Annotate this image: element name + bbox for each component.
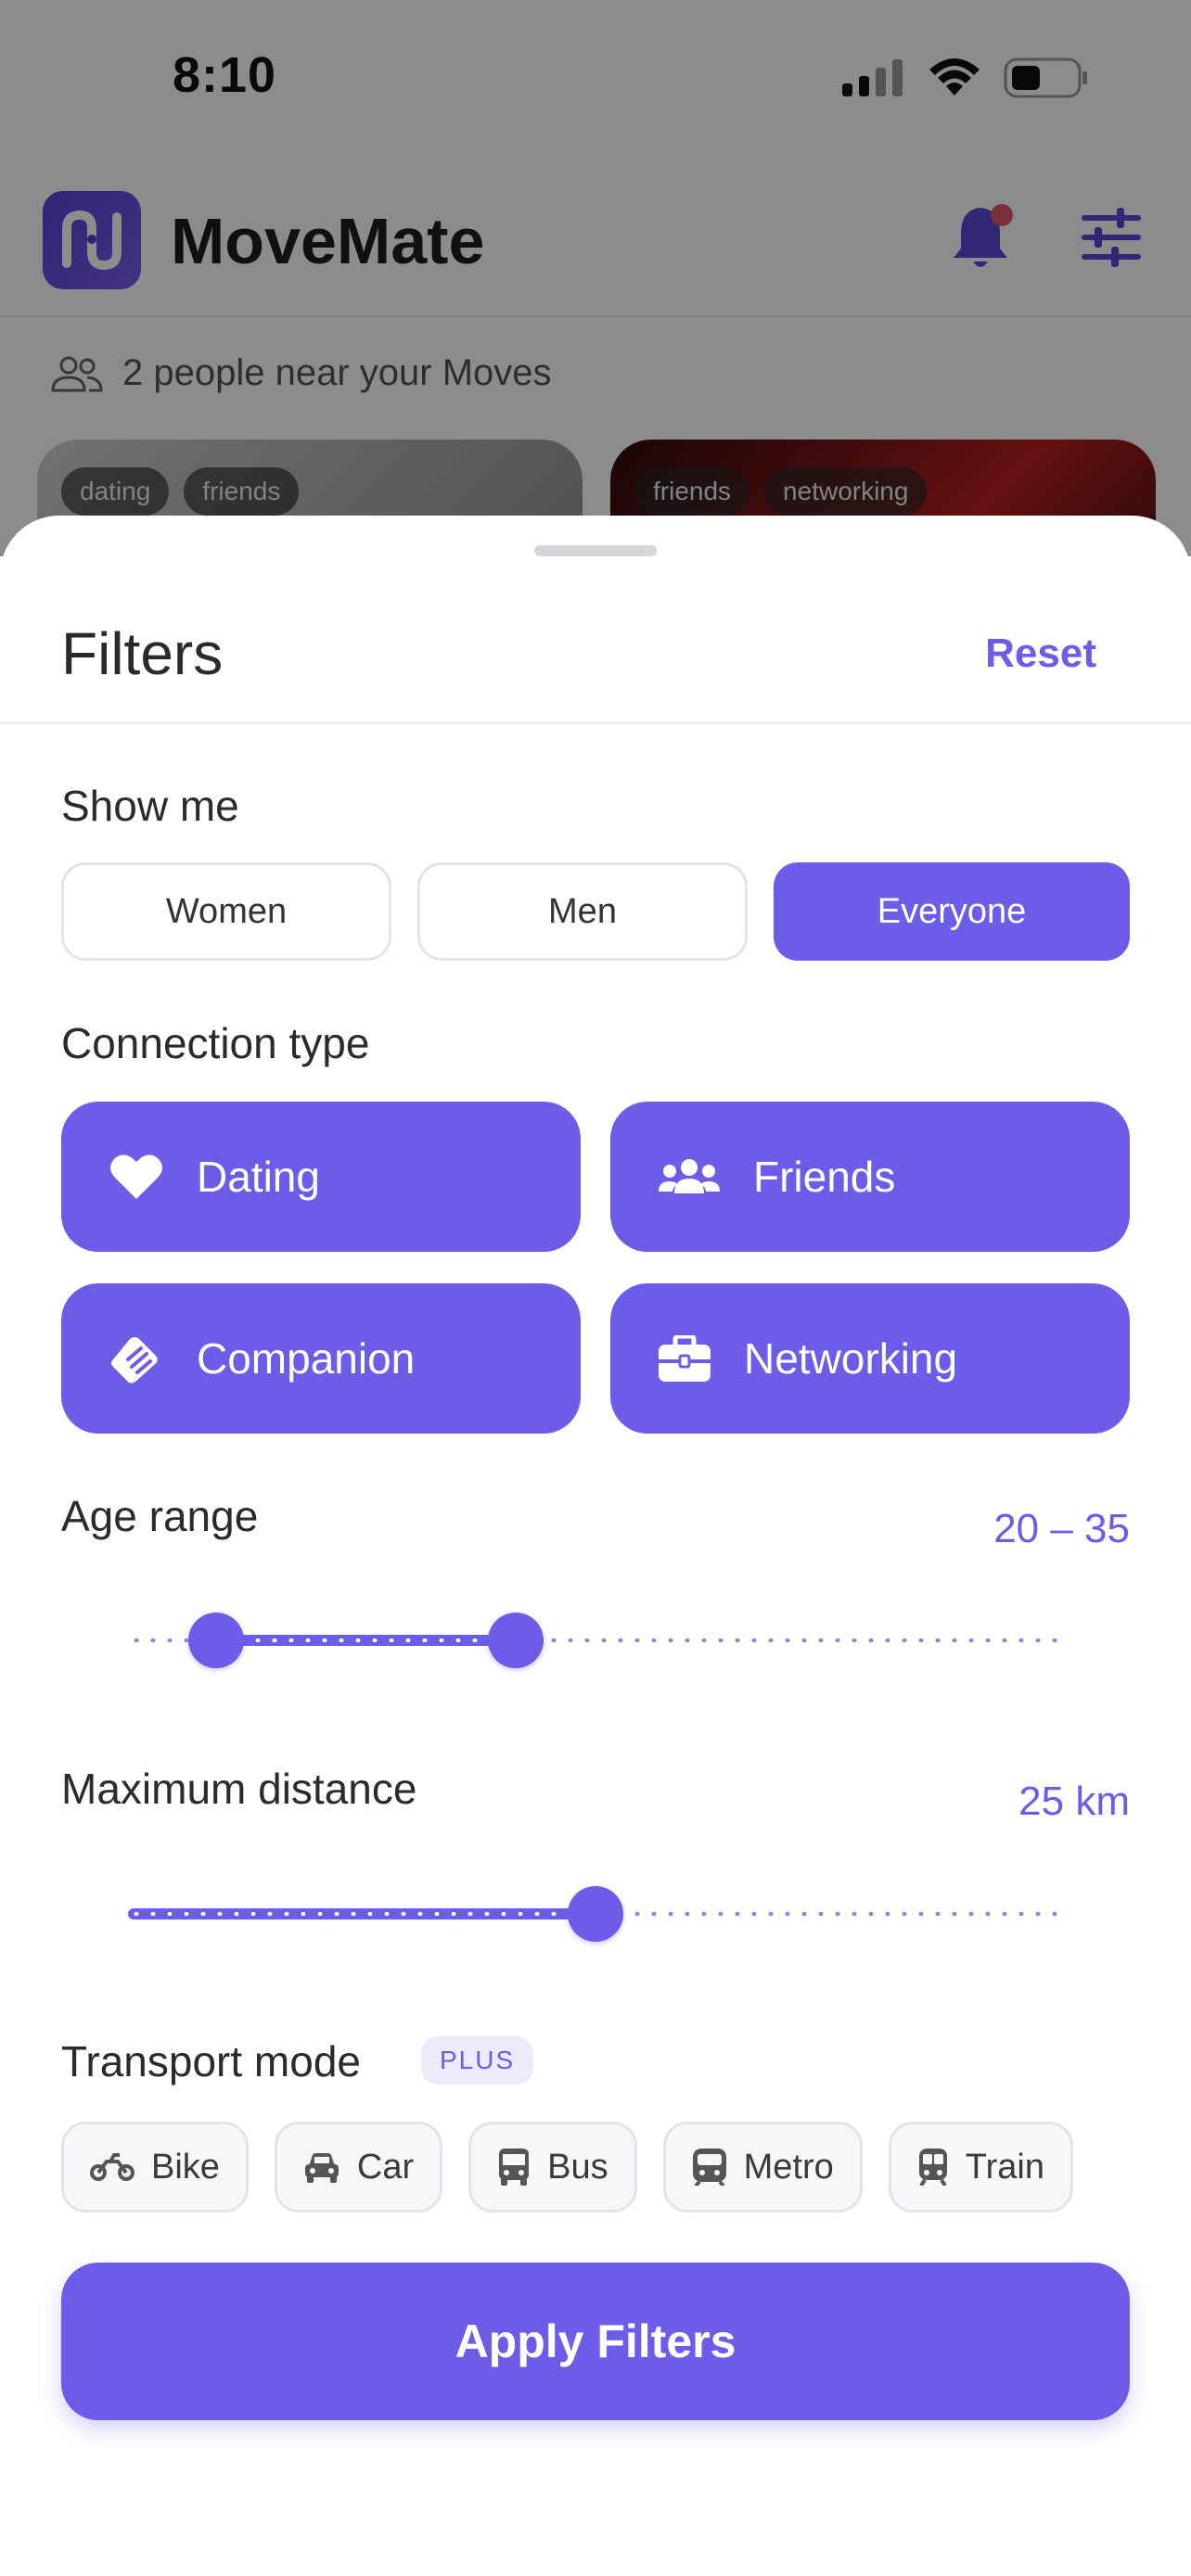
divider: [0, 721, 1191, 724]
transport-label: Car: [356, 2147, 415, 2187]
metro-icon: [692, 2149, 726, 2186]
max-distance-slider[interactable]: [128, 1881, 1063, 1946]
transport-metro[interactable]: Metro: [662, 2122, 863, 2213]
transport-car[interactable]: Car: [274, 2122, 443, 2213]
age-max-thumb[interactable]: [487, 1613, 544, 1668]
connection-networking[interactable]: Networking: [610, 1283, 1130, 1434]
show-me-men[interactable]: Men: [417, 862, 748, 961]
motorbike-icon: [90, 2153, 134, 2181]
show-me-label: Show me: [61, 782, 239, 830]
age-range-label: Age range: [61, 1492, 259, 1540]
briefcase-icon: [659, 1335, 711, 1382]
connection-label: Networking: [744, 1334, 958, 1383]
connection-companion[interactable]: Companion: [61, 1283, 581, 1434]
show-me-everyone[interactable]: Everyone: [774, 862, 1130, 961]
handshake-icon: [111, 1337, 158, 1384]
background-app: 8:10 MoveMate 2 people near your Moves d…: [0, 0, 1191, 625]
heart-icon: [110, 1154, 162, 1199]
modal-backdrop[interactable]: [0, 0, 1191, 556]
max-distance-value: 25 km: [1018, 1779, 1130, 1824]
distance-thumb[interactable]: [568, 1886, 623, 1942]
connection-dating[interactable]: Dating: [61, 1102, 581, 1252]
car-icon: [304, 2153, 339, 2183]
connection-label: Friends: [753, 1153, 896, 1201]
transport-label: Bike: [151, 2147, 220, 2187]
connection-label: Companion: [197, 1334, 416, 1383]
apply-filters-button[interactable]: Apply Filters: [61, 2263, 1130, 2420]
show-me-women[interactable]: Women: [61, 862, 391, 961]
transport-train[interactable]: Train: [888, 2122, 1073, 2213]
plus-badge: PLUS: [421, 2036, 534, 2085]
slider-fill: [128, 1908, 596, 1919]
connection-type-label: Connection type: [61, 1019, 370, 1067]
transport-label: Train: [965, 2147, 1044, 2187]
sheet-title: Filters: [61, 620, 224, 687]
reset-button[interactable]: Reset: [985, 631, 1096, 677]
age-range-value: 20 – 35: [993, 1506, 1130, 1551]
slider-fill: [216, 1635, 516, 1646]
age-range-slider[interactable]: [128, 1608, 1063, 1673]
transport-bike[interactable]: Bike: [61, 2122, 249, 2213]
sheet-grabber[interactable]: [534, 545, 657, 556]
age-min-thumb[interactable]: [188, 1613, 245, 1668]
connection-friends[interactable]: Friends: [610, 1102, 1130, 1252]
people-icon: [659, 1159, 720, 1193]
connection-label: Dating: [197, 1153, 320, 1201]
train-icon: [918, 2149, 947, 2186]
max-distance-label: Maximum distance: [61, 1765, 417, 1813]
filters-sheet: Filters Reset Show me Women Men Everyone…: [0, 516, 1191, 2576]
bus-icon: [499, 2149, 530, 2186]
transport-label: Bus: [547, 2147, 608, 2187]
transport-label: Metro: [743, 2147, 834, 2187]
transport-mode-label: Transport mode: [61, 2037, 361, 2085]
transport-bus[interactable]: Bus: [468, 2122, 637, 2213]
transport-options: Bike Car Bus Metro Train: [61, 2122, 1073, 2213]
